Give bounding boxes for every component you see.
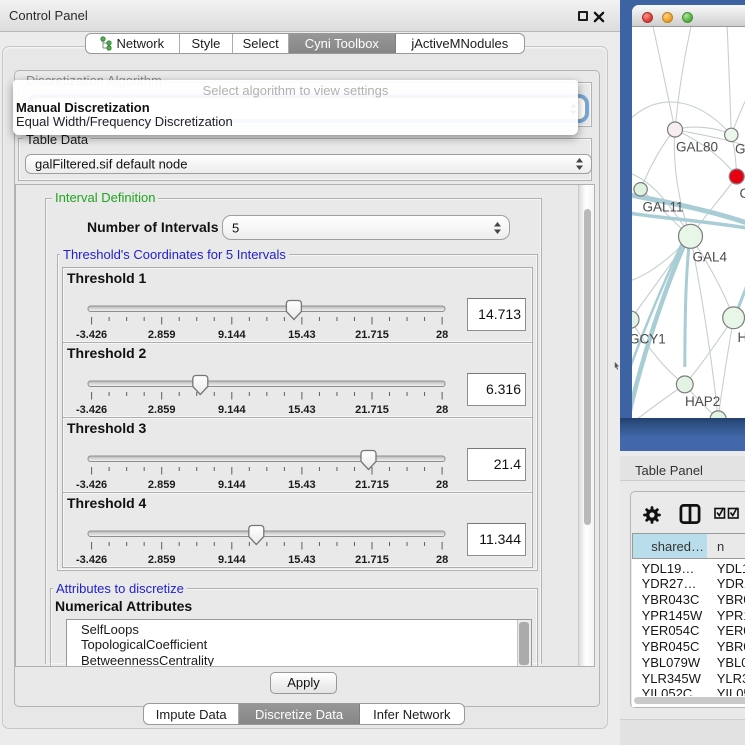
svg-text:15.43: 15.43 — [288, 479, 316, 491]
svg-text:2.859: 2.859 — [148, 479, 176, 491]
svg-text:2.859: 2.859 — [148, 554, 176, 566]
svg-text:15.43: 15.43 — [288, 404, 316, 416]
svg-text:28: 28 — [436, 554, 448, 566]
svg-text:GCY1: GCY1 — [632, 332, 666, 347]
svg-text:2.859: 2.859 — [148, 329, 176, 341]
svg-text:15.43: 15.43 — [288, 329, 316, 341]
svg-text:21.715: 21.715 — [355, 479, 389, 491]
svg-text:9.144: 9.144 — [218, 554, 246, 566]
svg-text:21.715: 21.715 — [355, 404, 389, 416]
svg-text:21.715: 21.715 — [355, 554, 389, 566]
svg-text:28: 28 — [436, 329, 448, 341]
svg-text:2.859: 2.859 — [148, 404, 176, 416]
svg-text:GAL80: GAL80 — [676, 140, 718, 155]
svg-text:9.144: 9.144 — [218, 479, 246, 491]
svg-text:9.144: 9.144 — [218, 329, 246, 341]
svg-text:H: H — [738, 330, 745, 345]
svg-text:-3.426: -3.426 — [76, 554, 107, 566]
svg-text:HAP2: HAP2 — [685, 394, 720, 409]
svg-text:-3.426: -3.426 — [76, 479, 107, 491]
svg-text:9.144: 9.144 — [218, 404, 246, 416]
svg-text:-3.426: -3.426 — [76, 329, 107, 341]
svg-text:GAL11: GAL11 — [643, 200, 684, 215]
svg-text:28: 28 — [436, 404, 448, 416]
svg-text:28: 28 — [436, 479, 448, 491]
svg-text:-3.426: -3.426 — [76, 404, 107, 416]
svg-text:C: C — [740, 186, 745, 201]
svg-text:21.715: 21.715 — [355, 329, 389, 341]
svg-text:GA: GA — [735, 142, 745, 157]
svg-text:15.43: 15.43 — [288, 554, 316, 566]
svg-text:GAL4: GAL4 — [693, 250, 728, 265]
